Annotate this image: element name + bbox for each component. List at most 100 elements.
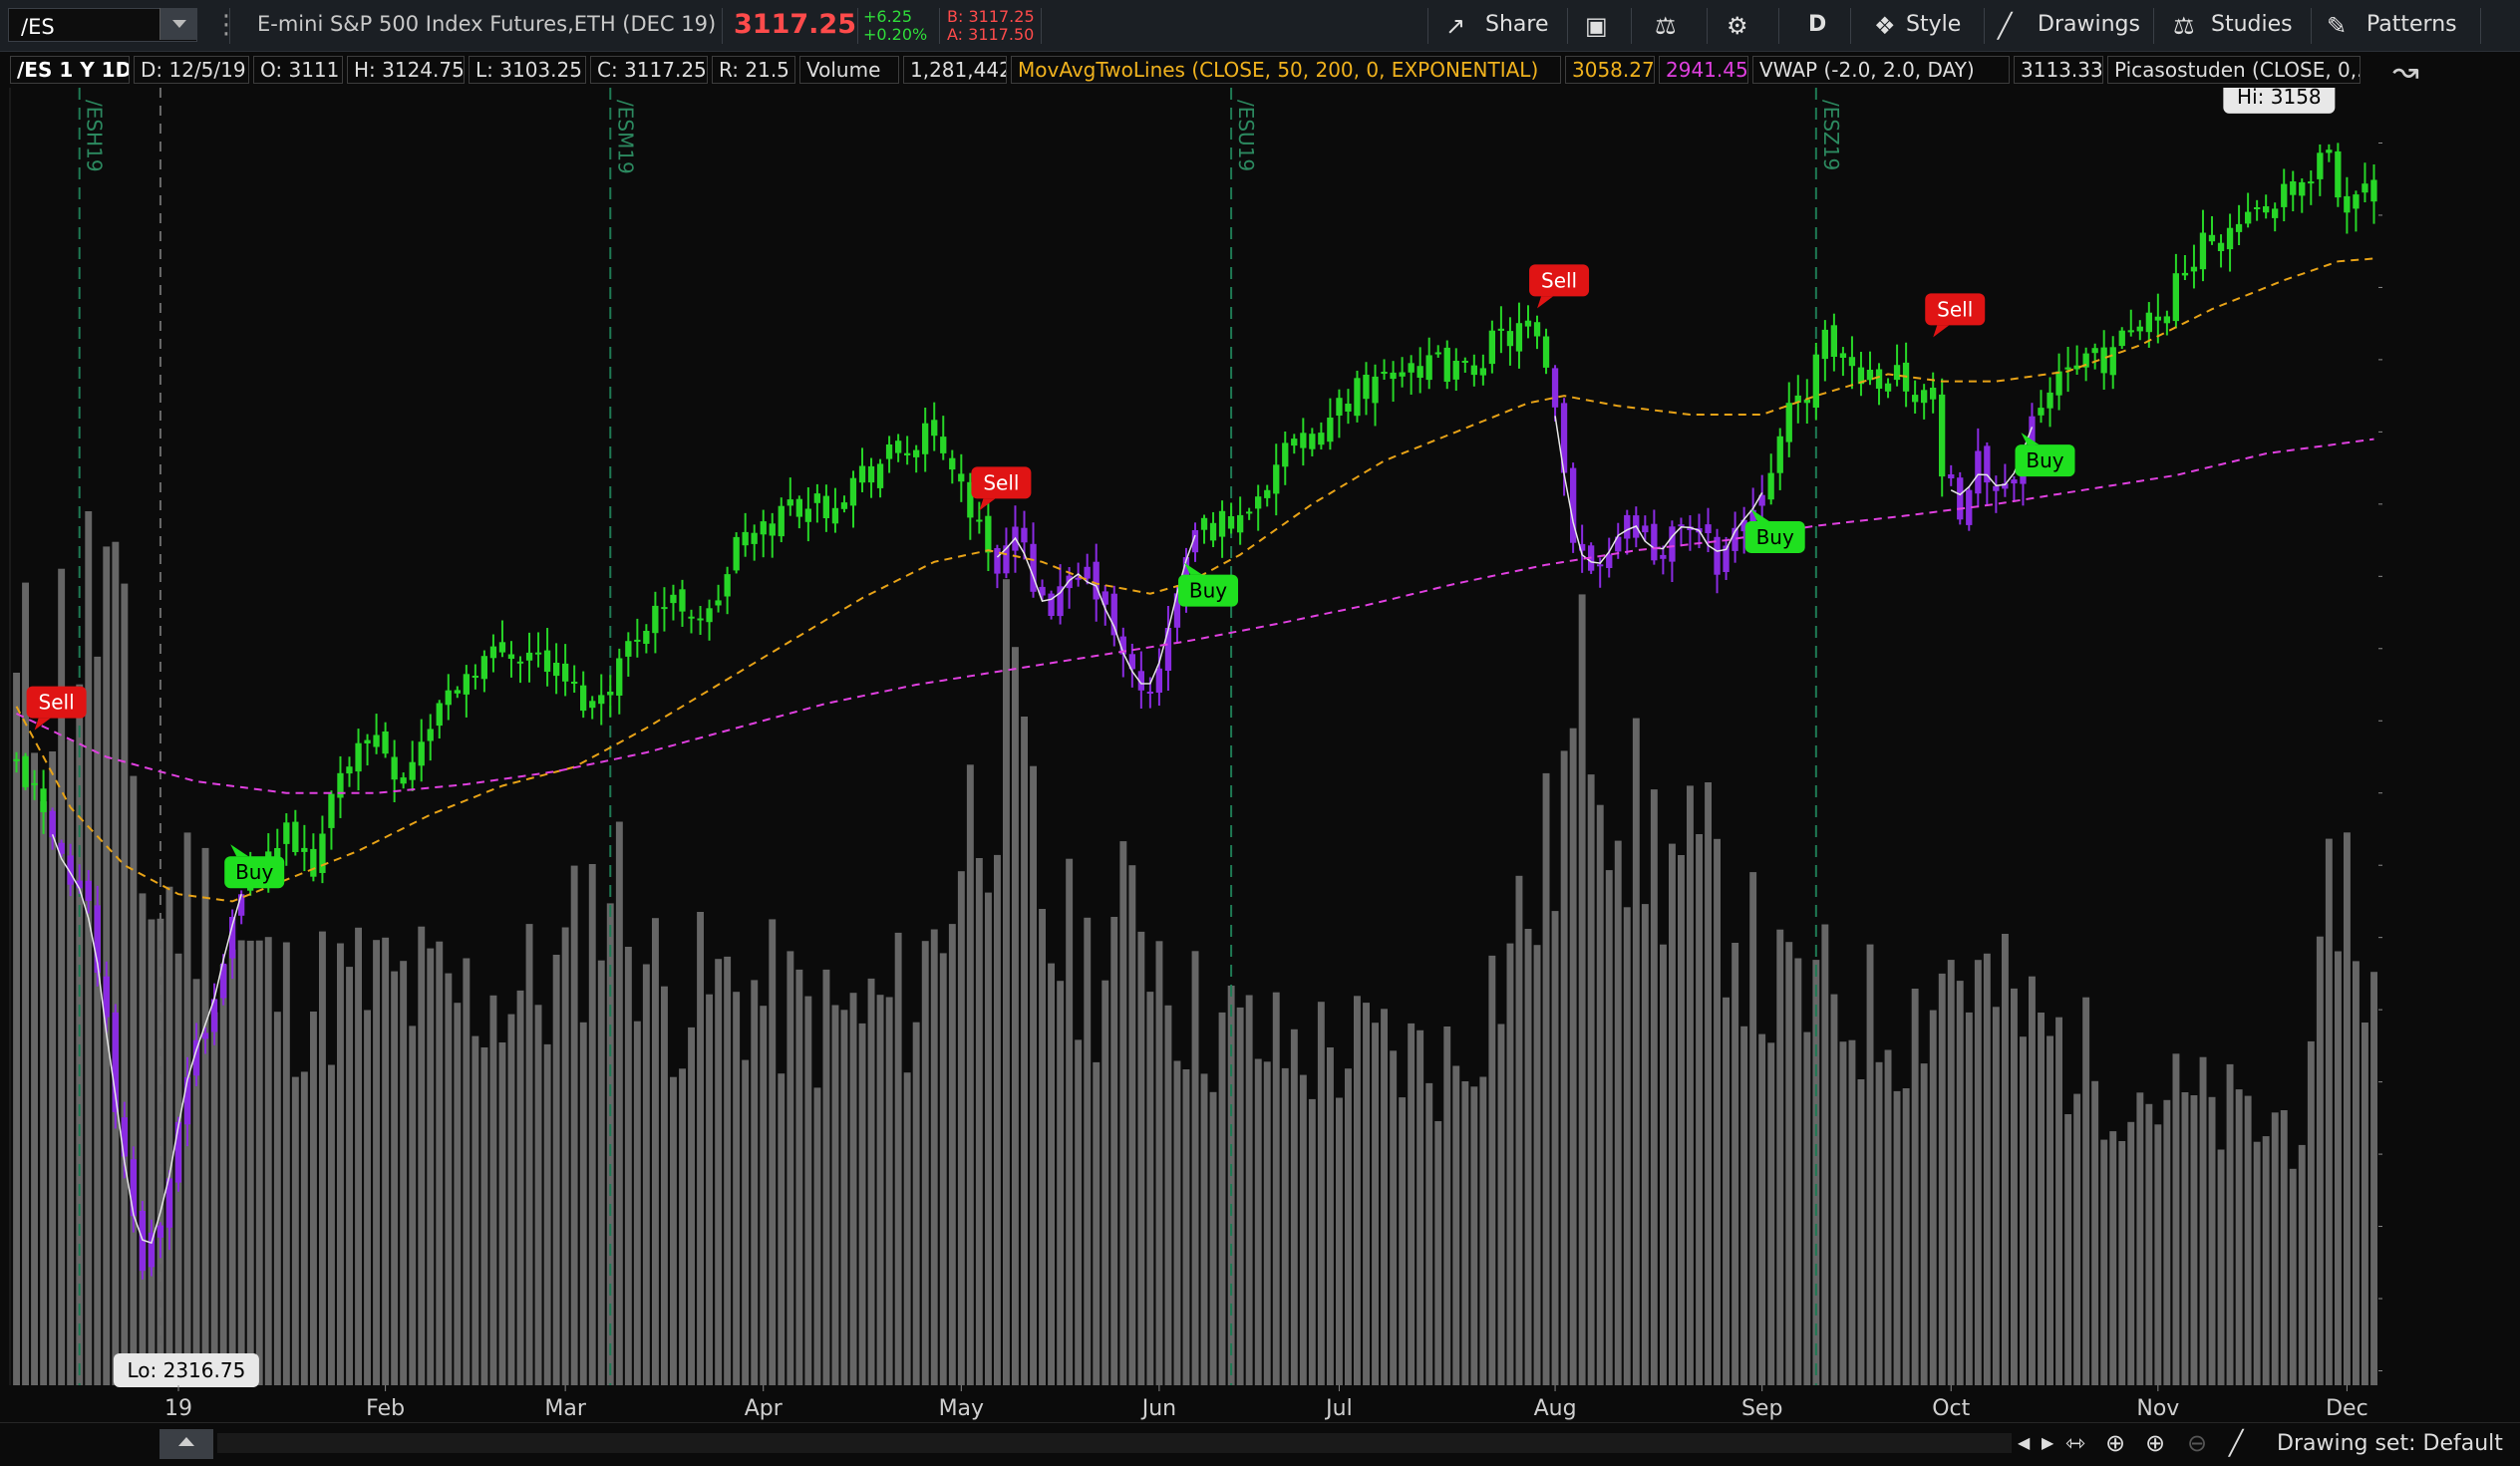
percent-change: +0.20%: [863, 25, 928, 44]
scroll-left-icon[interactable]: ◀: [2018, 1433, 2030, 1452]
price-chart[interactable]: /ESH19/ESM19/ESU19/ESZ19 Sell Buy Sell Buy Se…: [0, 79, 2520, 1387]
candle-body: [1434, 352, 1441, 355]
share-icon: ↗: [1445, 12, 1466, 40]
candle-body: [1884, 383, 1892, 392]
share-button[interactable]: Share: [1485, 12, 1549, 37]
volume-bar: [1705, 782, 1712, 1385]
drawing-set-label[interactable]: Drawing set: Default: [2277, 1431, 2503, 1456]
volume-bar: [1714, 838, 1721, 1385]
volume-bar: [201, 847, 209, 1385]
picaso-study-label[interactable]: Picasostuden (CLOSE, 0,...: [2107, 56, 2361, 84]
flask-icon[interactable]: ⚖: [1655, 12, 1677, 40]
window-icon[interactable]: ▣: [1585, 12, 1608, 40]
drawings-button[interactable]: Drawings: [2038, 12, 2140, 37]
volume-bar: [337, 943, 344, 1385]
candle-body: [643, 631, 650, 644]
volume-bar: [40, 801, 48, 1385]
volume-bar: [1803, 1031, 1811, 1385]
volume-bar: [1749, 872, 1757, 1385]
volume-bar: [1354, 996, 1361, 1385]
volume-bar: [2307, 1040, 2315, 1385]
scroll-right-icon[interactable]: ▶: [2042, 1433, 2053, 1452]
symbol-dropdown-button[interactable]: [159, 8, 196, 40]
toolbar-divider: [1850, 8, 1851, 44]
volume-bar: [876, 995, 884, 1385]
candle-body: [1443, 347, 1450, 382]
candle-body: [1372, 376, 1379, 404]
volume-label[interactable]: Volume: [799, 56, 899, 84]
volume-bar: [1992, 1007, 2000, 1385]
candle-body: [2136, 326, 2143, 332]
toolbar-divider: [1778, 8, 1779, 44]
crosshair-icon[interactable]: ⊕: [2105, 1429, 2125, 1457]
link-icon[interactable]: ⋮: [213, 10, 239, 40]
volume-bar: [130, 775, 138, 1385]
candle-body: [346, 766, 353, 774]
zoom-in-icon[interactable]: ⊕: [2145, 1429, 2165, 1457]
volume-bar: [2038, 1013, 2045, 1385]
period-label[interactable]: /ES 1 Y 1D: [10, 56, 130, 84]
style-button[interactable]: Style: [1906, 12, 1961, 37]
draw-line-icon[interactable]: ╱: [2229, 1429, 2243, 1457]
volume-bar: [264, 937, 272, 1385]
volume-bar: [228, 949, 236, 1385]
candle-body: [2317, 152, 2324, 179]
candle-body: [2091, 348, 2098, 354]
expand-button[interactable]: [159, 1429, 213, 1459]
volume-bar: [1524, 929, 1532, 1385]
candle-body: [931, 420, 938, 437]
volume-bar: [2316, 936, 2324, 1385]
candle-body: [1273, 464, 1280, 494]
volume-bar: [831, 1005, 839, 1385]
candle-body: [2353, 194, 2360, 209]
volume-bar: [1137, 931, 1145, 1385]
drawing-tool-icon[interactable]: ↝: [2392, 52, 2419, 90]
volume-bar: [1696, 834, 1703, 1385]
candle-body: [498, 642, 506, 653]
candle-body: [31, 782, 38, 785]
candle-body: [1164, 628, 1172, 671]
chart-canvas[interactable]: /ESH19/ESM19/ESU19/ESZ19 Sell Buy Sell Buy Se…: [0, 79, 2520, 1387]
volume-bar: [670, 1076, 677, 1385]
vwap-study-label[interactable]: VWAP (-2.0, 2.0, DAY): [1752, 56, 2010, 84]
candle-body: [418, 741, 425, 766]
volume-bar: [1363, 1003, 1370, 1385]
volume-bar: [463, 958, 471, 1385]
timeframe-button[interactable]: D: [1808, 12, 1826, 37]
candle-body: [940, 437, 947, 453]
candle-body: [1146, 692, 1153, 694]
volume-bar: [2226, 1063, 2234, 1385]
volume-bar: [679, 1068, 686, 1385]
candle-body: [715, 600, 722, 606]
sell-signal-label: Sell: [1937, 297, 1973, 321]
patterns-button[interactable]: Patterns: [2366, 12, 2457, 37]
candle-body: [292, 821, 299, 852]
volume-bar: [1164, 1005, 1172, 1385]
volume-bar: [1012, 647, 1019, 1385]
volume-bar: [1650, 789, 1658, 1385]
volume-bar: [1075, 1039, 1083, 1385]
studies-button[interactable]: Studies: [2211, 12, 2293, 37]
movavg-study-label[interactable]: MovAvgTwoLines (CLOSE, 50, 200, 0, EXPON…: [1011, 56, 1561, 84]
time-tick-label: May: [939, 1396, 984, 1421]
ask-price: A: 3117.50: [947, 25, 1035, 44]
volume-bar: [1578, 594, 1586, 1385]
volume-bar: [1893, 1090, 1901, 1385]
candle-body: [813, 493, 820, 503]
candle-body: [2127, 330, 2134, 333]
gear-icon[interactable]: ⚙: [1727, 12, 1748, 40]
time-scrollbar[interactable]: [217, 1433, 2012, 1453]
volume-bar: [2100, 1139, 2108, 1385]
zoom-out-icon[interactable]: ⊖: [2187, 1429, 2207, 1457]
candle-body: [1975, 450, 1982, 494]
range-value: R: 21.5: [712, 56, 795, 84]
volume-bar: [1596, 804, 1604, 1385]
toolbar-divider: [2311, 8, 2312, 44]
candle-body: [1209, 522, 1217, 541]
pan-icon[interactable]: ⇿: [2065, 1429, 2085, 1457]
candle-body: [1237, 514, 1244, 533]
candle-body: [787, 499, 793, 506]
volume-bar: [1623, 907, 1631, 1385]
volume-bar: [2353, 961, 2360, 1385]
volume-bar: [300, 1071, 308, 1385]
